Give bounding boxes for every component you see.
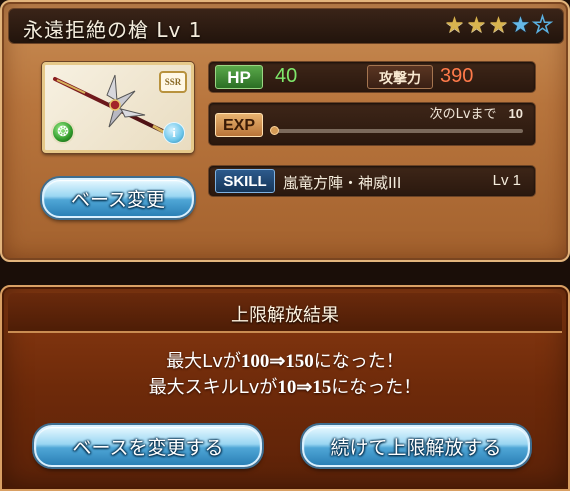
- star-icon: ★: [510, 13, 531, 38]
- uncap-stars: ★ ★ ★ ★ ★: [444, 12, 553, 39]
- skill-level: Lv 1: [492, 172, 521, 189]
- star-icon: ★: [466, 13, 487, 38]
- max-level-change: 100⇒150: [240, 351, 314, 372]
- star-icon: ★: [488, 13, 509, 38]
- max-level-suffix: になった！: [313, 351, 404, 372]
- exp-row: EXP 次のLvまで 10: [208, 102, 536, 146]
- weapon-title-bar: 永遠拒絶の槍 Lv 1 ★ ★ ★ ★ ★: [8, 8, 564, 44]
- change-base-confirm-button[interactable]: ベースを変更する: [34, 425, 262, 467]
- star-icon: ★: [444, 13, 465, 38]
- max-skill-prefix: 最大スキルLvが: [148, 377, 278, 398]
- continue-uncap-button[interactable]: 続けて上限解放する: [302, 425, 530, 467]
- exp-label: EXP: [215, 113, 263, 137]
- skill-name: 嵐竜方陣・神威III: [283, 174, 402, 192]
- exp-next-value: 10: [508, 106, 523, 121]
- empty-star-icon: ★: [532, 12, 553, 39]
- result-header: 上限解放結果: [8, 293, 562, 333]
- max-level-result: 最大Lvが100⇒150になった！: [2, 347, 568, 373]
- exp-next-text: 次のLvまで 10: [430, 103, 523, 122]
- atk-label: 攻撃力: [367, 65, 433, 89]
- exp-progress-knob: [270, 126, 279, 135]
- change-base-button[interactable]: ベース変更: [42, 178, 194, 218]
- max-skill-change: 10⇒15: [277, 377, 332, 398]
- max-skill-suffix: になった！: [331, 377, 422, 398]
- weapon-image[interactable]: SSR ❂ i: [42, 62, 194, 153]
- exp-progress-bar: [270, 126, 523, 135]
- hp-label: HP: [215, 65, 263, 89]
- result-title: 上限解放結果: [231, 305, 339, 326]
- max-level-prefix: 最大Lvが: [166, 351, 241, 372]
- weapon-title: 永遠拒絶の槍 Lv 1: [23, 18, 203, 42]
- uncap-result-panel: 上限解放結果 最大Lvが100⇒150になった！ 最大スキルLvが10⇒15にな…: [0, 285, 570, 491]
- exp-next-label: 次のLvまで: [429, 107, 497, 122]
- atk-value: 390: [440, 65, 474, 87]
- skill-row[interactable]: SKILL 嵐竜方陣・神威III Lv 1: [208, 165, 536, 197]
- skill-label: SKILL: [215, 169, 275, 193]
- info-icon[interactable]: i: [163, 122, 185, 144]
- weapon-card: 永遠拒絶の槍 Lv 1 ★ ★ ★ ★ ★ SSR ❂ i ベース変更 HP 4…: [0, 0, 570, 262]
- hp-atk-row: HP 40 攻撃力 390: [208, 61, 536, 93]
- max-skill-level-result: 最大スキルLvが10⇒15になった！: [2, 373, 568, 399]
- wind-element-icon: ❂: [51, 120, 75, 144]
- rarity-badge: SSR: [159, 71, 187, 93]
- hp-value: 40: [275, 65, 298, 87]
